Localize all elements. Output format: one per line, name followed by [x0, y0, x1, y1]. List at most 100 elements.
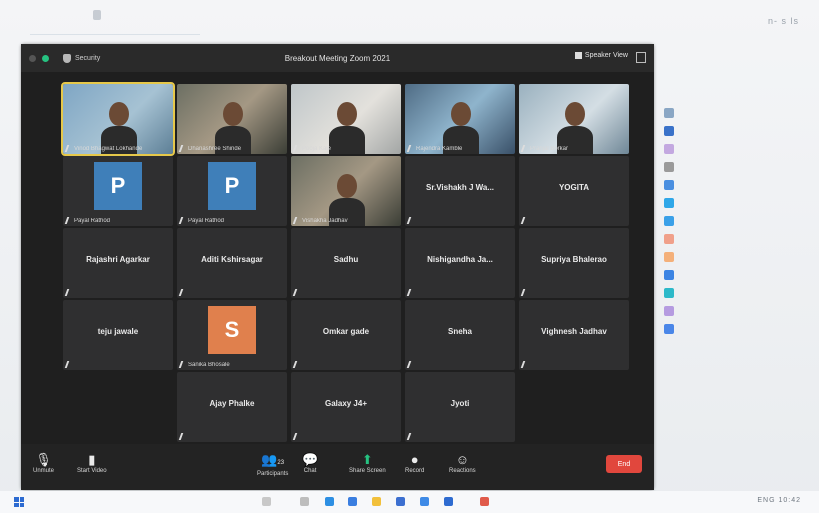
participant-tile[interactable]: P Payal Rathod: [63, 156, 173, 226]
app-icon[interactable]: [480, 497, 489, 506]
encryption-icon[interactable]: [42, 54, 49, 62]
app-icon[interactable]: [664, 306, 674, 316]
file-explorer-icon[interactable]: [372, 497, 381, 506]
participant-name: Ajay Phalke: [209, 399, 255, 408]
windows-start-icon[interactable]: [14, 497, 24, 507]
start-video-button[interactable]: ▮ Start Video: [77, 452, 107, 474]
participant-name: Sadhu: [333, 255, 359, 264]
search-icon[interactable]: [262, 497, 271, 506]
app-icon[interactable]: [664, 234, 674, 244]
participant-video-face: [337, 102, 357, 126]
participant-caption: Payal Rathod: [74, 218, 111, 224]
participant-tile[interactable]: Vinod Bhagwat Lokhande: [61, 82, 175, 156]
shield-icon[interactable]: [63, 53, 71, 63]
app-icon[interactable]: [664, 216, 674, 226]
participant-video-face: [109, 102, 129, 126]
task-view-icon[interactable]: [300, 497, 309, 506]
participants-label: Participants: [257, 471, 289, 477]
window-menu-icon[interactable]: [29, 54, 36, 62]
participants-count: 23: [277, 460, 285, 466]
windows-taskbar: ENG 10:42: [0, 491, 819, 513]
app-icon[interactable]: [664, 324, 674, 334]
participant-tile[interactable]: Supriya Bhalerao: [519, 228, 629, 298]
muted-mic-icon: [406, 433, 417, 440]
reactions-label: Reactions: [449, 468, 476, 474]
app-icon[interactable]: [664, 144, 674, 154]
app-icon[interactable]: [664, 252, 674, 262]
reactions-button[interactable]: ☺ Reactions: [449, 452, 476, 474]
participant-tile[interactable]: Omkar gade: [291, 300, 401, 370]
speaker-view-button[interactable]: Speaker View: [574, 52, 628, 59]
participant-tile[interactable]: S Sanika Bhosale: [177, 300, 287, 370]
participant-name: teju jawale: [97, 327, 139, 336]
muted-mic-icon: [178, 433, 189, 440]
record-label: Record: [405, 468, 425, 474]
security-label[interactable]: Security: [75, 55, 100, 62]
gallery-grid: Vinod Bhagwat Lokhande Dhanashree Shinde P…: [61, 82, 629, 444]
participant-name: YOGITA: [558, 183, 590, 192]
participant-tile[interactable]: Pranjal Borkar: [519, 84, 629, 154]
participant-tile[interactable]: Vighnesh Jadhav: [519, 300, 629, 370]
participant-name: Sneha: [447, 327, 472, 336]
muted-mic-icon: 🎙: [35, 452, 52, 467]
zoom-icon[interactable]: [420, 497, 429, 506]
participant-tile[interactable]: Dhanashree Shinde: [177, 84, 287, 154]
fullscreen-icon[interactable]: [636, 52, 646, 63]
edge-icon[interactable]: [325, 497, 334, 506]
participant-tile[interactable]: Galaxy J4+: [291, 372, 401, 442]
participants-button[interactable]: 👥23 Participants: [257, 452, 288, 477]
participant-name: Jyoti: [450, 399, 470, 408]
muted-mic-icon: [292, 361, 303, 368]
participant-tile[interactable]: Aditi Kshirsagar: [177, 228, 287, 298]
participant-tile[interactable]: teju jawale: [63, 300, 173, 370]
unmute-button[interactable]: 🎙 Unmute: [33, 452, 54, 474]
system-tray[interactable]: ENG 10:42: [757, 497, 801, 504]
app-icon[interactable]: [396, 497, 405, 506]
participant-tile[interactable]: Vishakha Jadhav: [291, 156, 401, 226]
store-icon[interactable]: [348, 497, 357, 506]
muted-mic-icon: [292, 217, 303, 224]
chat-button[interactable]: 💬 Chat: [302, 452, 318, 474]
participant-tile[interactable]: Sr.Vishakh J Wa...: [405, 156, 515, 226]
app-icon[interactable]: [664, 288, 674, 298]
participant-caption: Pranjal Borkar: [530, 146, 569, 152]
muted-mic-icon: [292, 433, 303, 440]
muted-mic-icon: [520, 145, 531, 152]
muted-mic-icon: [178, 217, 189, 224]
participant-tile[interactable]: Rajashri Agarkar: [63, 228, 173, 298]
chat-label: Chat: [303, 468, 317, 474]
participant-tile[interactable]: Sadhu: [291, 228, 401, 298]
participant-name: Nishigandha Ja...: [427, 255, 493, 264]
participant-tile[interactable]: Nishigandha Ja...: [405, 228, 515, 298]
muted-mic-icon: [520, 289, 531, 296]
reactions-icon: ☺: [455, 452, 469, 467]
speck: [93, 10, 101, 20]
app-icon[interactable]: [664, 198, 674, 208]
record-button[interactable]: ● Record: [405, 452, 424, 474]
participant-name: Supriya Bhalerao: [541, 255, 607, 264]
share-screen-button[interactable]: ⬆ Share Screen: [349, 452, 386, 474]
app-icon[interactable]: [664, 162, 674, 172]
participant-tile[interactable]: Pooja Kale: [291, 84, 401, 154]
muted-mic-icon: [406, 289, 417, 296]
participant-tile[interactable]: Jyoti: [405, 372, 515, 442]
unmute-label: Unmute: [33, 468, 55, 474]
participant-tile[interactable]: Rajendra Kamble: [405, 84, 515, 154]
app-icon[interactable]: [664, 108, 674, 118]
muted-mic-icon: [292, 145, 303, 152]
participant-tile[interactable]: Ajay Phalke: [177, 372, 287, 442]
muted-mic-icon: [64, 145, 75, 152]
app-icon[interactable]: [444, 497, 453, 506]
participant-name: Sr.Vishakh J Wa...: [425, 183, 495, 192]
app-icon[interactable]: [664, 270, 674, 280]
participant-tile[interactable]: Sneha: [405, 300, 515, 370]
participant-tile[interactable]: YOGITA: [519, 156, 629, 226]
participant-tile[interactable]: P Payal Rathod: [177, 156, 287, 226]
end-meeting-button[interactable]: End: [606, 455, 642, 473]
app-icon[interactable]: [664, 126, 674, 136]
zoom-meeting-window: Security Breakout Meeting Zoom 2021 Spea…: [21, 44, 654, 490]
participant-video-face: [451, 102, 471, 126]
app-icon[interactable]: [664, 180, 674, 190]
participant-name: Rajashri Agarkar: [86, 255, 150, 264]
participant-caption: Dhanashree Shinde: [188, 146, 242, 152]
